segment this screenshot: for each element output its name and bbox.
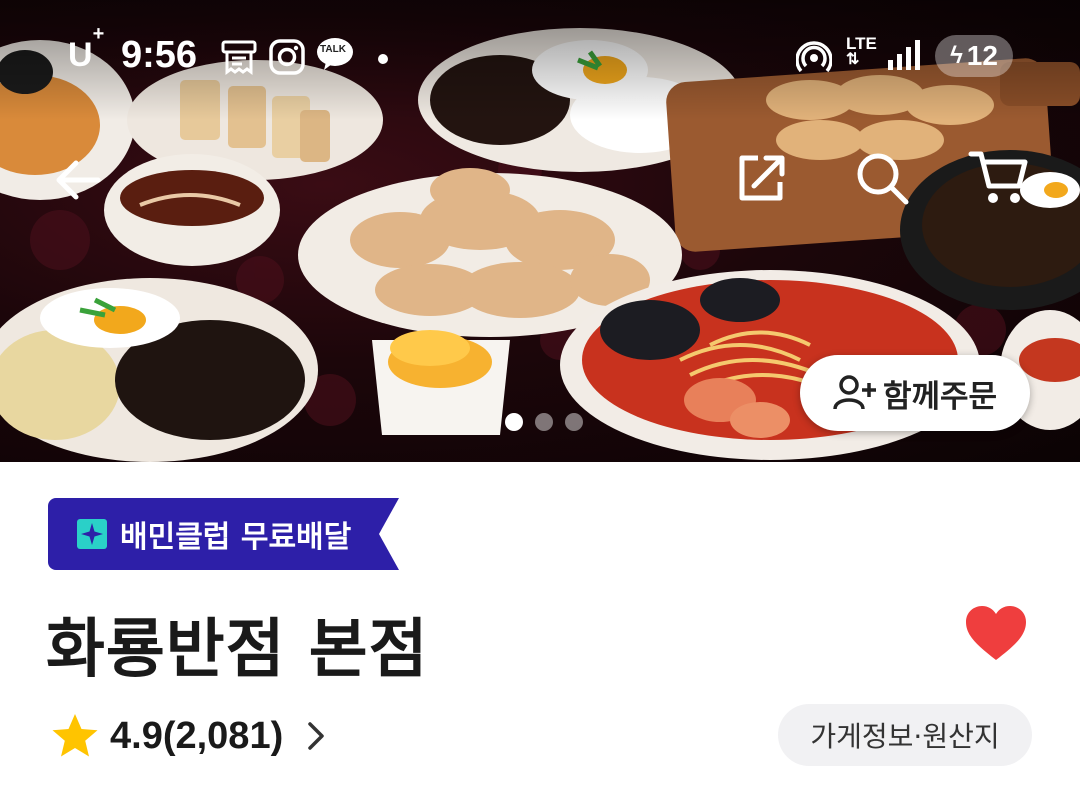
rating-value: 4.9(2,081) bbox=[110, 714, 284, 757]
baemin-club-badge: 배민클럽 무료배달 bbox=[48, 498, 400, 570]
receipt-icon bbox=[221, 40, 257, 75]
kakaotalk-icon: TALK bbox=[316, 36, 354, 74]
share-icon bbox=[739, 155, 785, 201]
search-icon bbox=[857, 153, 909, 205]
more-notifications-dot bbox=[378, 54, 388, 64]
add-person-icon bbox=[833, 375, 876, 410]
hero-photo-carousel[interactable]: U+ 9:56 TALK LTE ⇅ ϟ 12 함께주문 bbox=[0, 0, 1080, 462]
badge-ribbon-tail bbox=[379, 498, 400, 570]
instagram-icon bbox=[269, 39, 305, 75]
search-button[interactable] bbox=[850, 146, 914, 210]
store-name: 화룡반점 본점 bbox=[46, 613, 429, 687]
battery-indicator: ϟ 12 bbox=[935, 35, 1013, 77]
baemin-club-logo-icon bbox=[77, 519, 107, 549]
cart-button[interactable] bbox=[966, 146, 1030, 210]
star-icon bbox=[52, 714, 98, 757]
carrier-label: U+ bbox=[68, 22, 105, 74]
signal-icon bbox=[888, 40, 920, 70]
hotspot-icon bbox=[796, 41, 832, 73]
cart-icon bbox=[968, 151, 1028, 203]
badge-label: 배민클럽 무료배달 bbox=[120, 520, 352, 555]
back-button[interactable] bbox=[46, 148, 110, 212]
arrow-left-icon bbox=[56, 160, 101, 200]
network-type: LTE ⇅ bbox=[846, 34, 877, 68]
chevron-right-icon bbox=[308, 722, 324, 750]
share-button[interactable] bbox=[730, 146, 794, 210]
carousel-dot-2[interactable] bbox=[535, 413, 553, 431]
store-info-origin-button[interactable]: 가게정보·원산지 bbox=[778, 704, 1032, 766]
rating-summary[interactable]: 4.9(2,081) bbox=[50, 708, 331, 764]
group-order-label: 함께주문 bbox=[882, 378, 998, 415]
carousel-dot-1[interactable] bbox=[505, 413, 523, 431]
status-bar: U+ 9:56 TALK LTE ⇅ ϟ 12 bbox=[0, 22, 1080, 84]
charging-bolt-icon: ϟ bbox=[950, 42, 963, 69]
favorite-heart-icon[interactable] bbox=[964, 604, 1028, 664]
clock: 9:56 bbox=[121, 34, 198, 76]
group-order-button[interactable]: 함께주문 bbox=[800, 355, 1030, 431]
carousel-dot-3[interactable] bbox=[565, 413, 583, 431]
carousel-indicator bbox=[505, 413, 583, 431]
